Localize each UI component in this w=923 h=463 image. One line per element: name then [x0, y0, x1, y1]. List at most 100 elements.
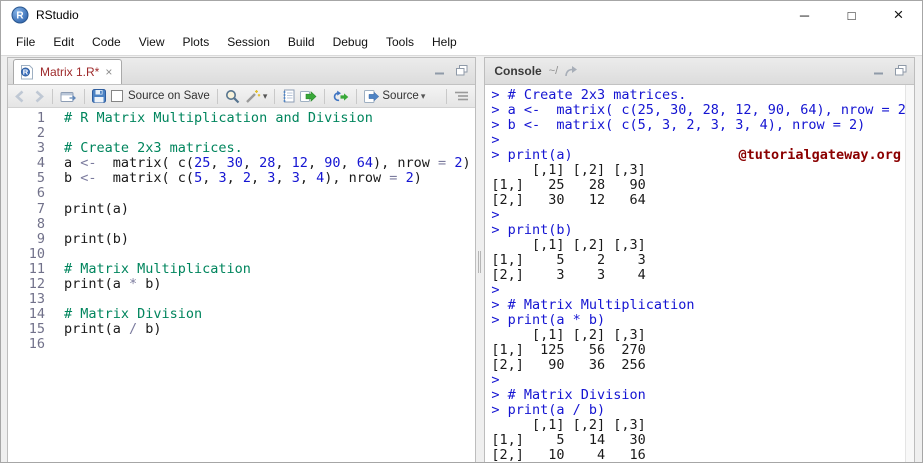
editor-line: 12 print(a * b) [8, 276, 475, 293]
maximize-pane-icon[interactable] [456, 65, 468, 76]
close-window-button[interactable]: × [875, 1, 922, 29]
maximize-window-button[interactable]: □ [828, 1, 875, 29]
console-working-directory: ~/ [548, 65, 559, 77]
menu-item-code[interactable]: Code [83, 31, 130, 53]
console-title: Console [494, 64, 542, 78]
console-line: > # Create 2x3 matrices. [491, 87, 687, 103]
console-line: > print(b) [491, 222, 573, 238]
pane-splitter[interactable] [476, 57, 484, 462]
forward-icon[interactable] [32, 90, 45, 103]
console-line: > a <- matrix( c(25, 30, 28, 12, 90, 64)… [491, 102, 914, 118]
editor-line: 16 [8, 337, 475, 352]
editor-line: 9 print(b) [8, 230, 475, 247]
open-in-new-window-icon[interactable] [60, 90, 77, 103]
minimize-pane-icon[interactable] [874, 66, 884, 76]
console-line: > b <- matrix( c(5, 3, 2, 3, 3, 4), nrow… [491, 117, 866, 133]
line-number: 14 [28, 306, 45, 323]
console-line: > [491, 207, 508, 223]
search-icon[interactable] [225, 89, 240, 104]
menu-item-build[interactable]: Build [279, 31, 324, 53]
console-lines: > # Create 2x3 matrices. > a <- matrix( c… [491, 87, 914, 463]
console-line: > print(a * b) [491, 312, 606, 328]
menu-item-session[interactable]: Session [218, 31, 279, 53]
menu-item-file[interactable]: File [7, 31, 44, 53]
source-button[interactable]: Source ▾ [364, 89, 426, 103]
minimize-pane-icon[interactable] [435, 66, 445, 76]
editor-line: 4 a <- matrix( c(25, 30, 28, 12, 90, 64),… [8, 156, 475, 171]
code-text: # Matrix Division [64, 306, 203, 323]
console-line: [1,] 5 2 3 [491, 252, 646, 268]
minimize-window-button[interactable]: ─ [781, 1, 828, 29]
menu-item-debug[interactable]: Debug [324, 31, 377, 53]
line-number: 9 [36, 230, 45, 247]
menu-item-view[interactable]: View [130, 31, 174, 53]
magic-wand-icon [245, 89, 261, 103]
line-number: 1 [36, 110, 45, 126]
console-line: > # Matrix Multiplication [491, 297, 695, 313]
console-line: > # Matrix Division [491, 387, 646, 403]
editor-line: 3 # Create 2x3 matrices. [8, 141, 475, 156]
editor-line: 1 # R Matrix Multiplication and Division [8, 110, 475, 126]
menu-item-tools[interactable]: Tools [377, 31, 423, 53]
source-pane-buttons [435, 65, 468, 76]
tab-matrix-file[interactable]: R Matrix 1.R* × [13, 59, 123, 84]
source-button-label: Source [382, 90, 419, 102]
watermark-text: @tutorialgateway.org [738, 147, 901, 163]
run-icon[interactable] [300, 90, 317, 103]
chevron-down-icon: ▾ [420, 90, 426, 101]
line-number: 10 [28, 245, 45, 262]
document-outline-icon[interactable] [454, 90, 469, 103]
curved-arrow-icon [565, 66, 578, 77]
menu-item-edit[interactable]: Edit [44, 31, 83, 53]
editor-body[interactable]: 1 # R Matrix Multiplication and Division 2… [8, 108, 475, 462]
console-line: [,1] [,2] [,3] [491, 237, 646, 253]
source-pane: R Matrix 1.R* × Source on Save ▾ Source … [7, 57, 477, 462]
line-number: 4 [36, 155, 45, 172]
svg-text:R: R [16, 11, 24, 22]
r-file-icon: R [21, 64, 33, 79]
console-scrollbar[interactable] [905, 85, 914, 462]
source-on-save-checkbox[interactable] [111, 90, 123, 102]
console-body[interactable]: > # Create 2x3 matrices. > a <- matrix( c… [485, 85, 914, 463]
console-line: [1,] 25 28 90 [491, 177, 646, 193]
save-icon[interactable] [92, 89, 106, 103]
code-text: print(a * b) [64, 276, 162, 293]
menu-item-help[interactable]: Help [423, 31, 466, 53]
code-text: # Create 2x3 matrices. [64, 140, 243, 157]
code-tools-button[interactable]: ▾ [245, 89, 267, 104]
source-file-icon [364, 89, 380, 103]
rerun-icon[interactable] [332, 90, 349, 103]
menubar: File Edit Code View Plots Session Build Debug To… [1, 29, 922, 55]
console-line: [2,] 30 12 64 [491, 192, 646, 208]
back-icon[interactable] [14, 90, 27, 103]
window-title: RStudio [36, 8, 79, 22]
toolbar-separator [274, 88, 276, 104]
line-number: 16 [28, 336, 45, 353]
console-pane: Console ~/ > # Create 2x3 matrices. > a … [484, 57, 915, 462]
editor-line: 8 [8, 215, 475, 232]
console-line: [,1] [,2] [,3] [491, 162, 646, 178]
title-bar: R RStudio ─ □ × [1, 1, 922, 29]
line-number: 11 [28, 260, 45, 277]
line-number: 5 [36, 170, 45, 187]
line-number: 8 [36, 215, 45, 232]
tab-close-icon[interactable]: × [105, 66, 112, 78]
editor-line: 10 [8, 245, 475, 262]
menu-item-plots[interactable]: Plots [174, 31, 219, 53]
open-console-in-window-button[interactable] [564, 65, 579, 77]
toolbar-separator [84, 88, 85, 104]
code-text: # R Matrix Multiplication and Division [64, 110, 373, 126]
source-on-save-toggle[interactable]: Source on Save [111, 90, 210, 102]
compile-notebook-icon[interactable] [282, 89, 295, 103]
maximize-pane-icon[interactable] [895, 65, 907, 76]
line-number: 12 [28, 276, 45, 293]
tab-label: Matrix 1.R* [40, 65, 100, 79]
toolbar-separator [324, 88, 326, 104]
line-number: 13 [28, 291, 45, 308]
toolbar-separator [52, 88, 53, 104]
main-area: R Matrix 1.R* × Source on Save ▾ Source … [1, 55, 922, 462]
